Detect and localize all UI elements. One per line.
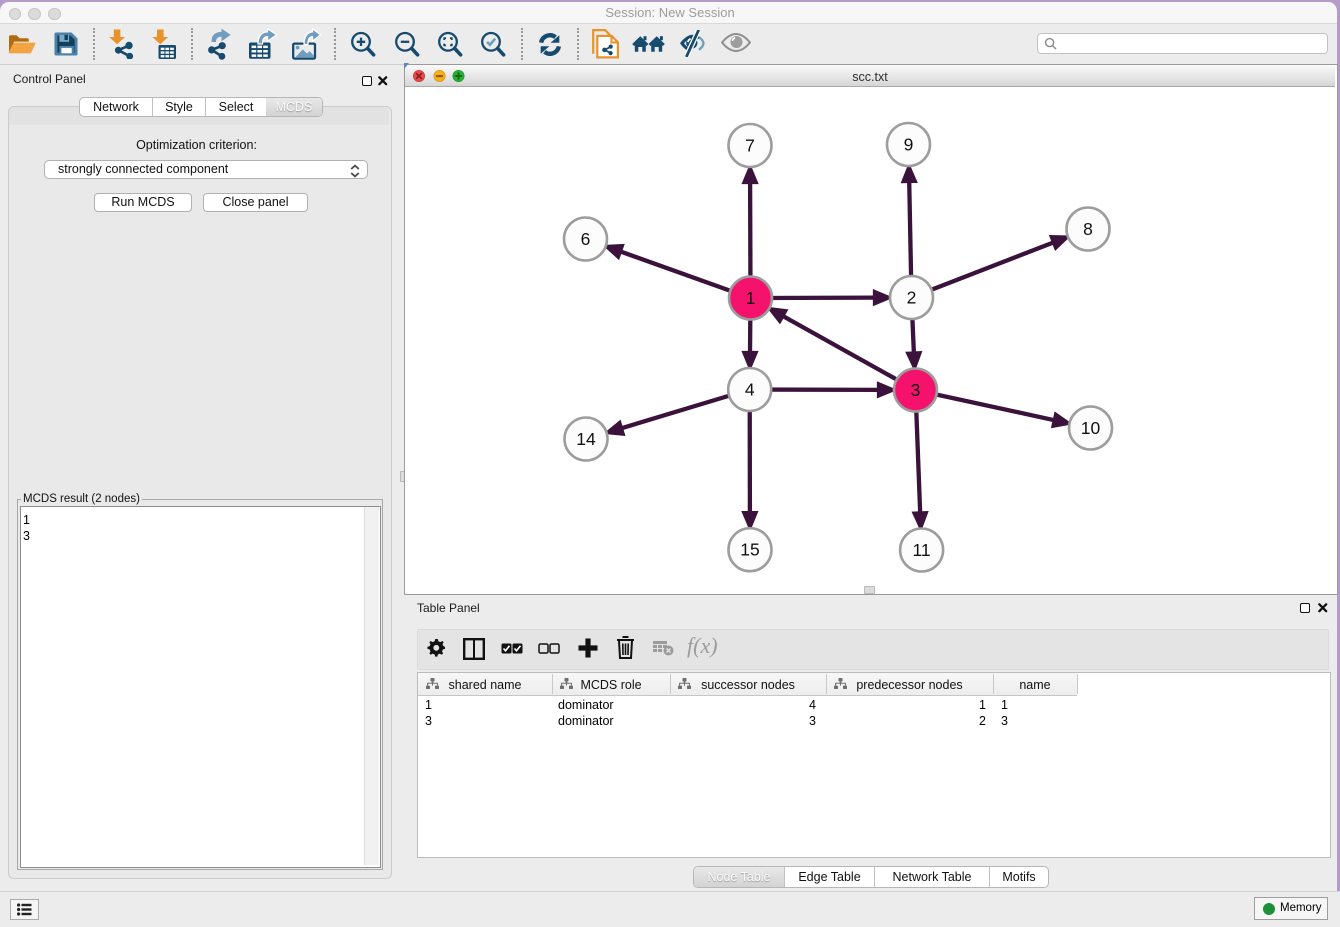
svg-text:4: 4 (745, 380, 755, 400)
svg-text:11: 11 (913, 540, 931, 560)
svg-text:2: 2 (907, 288, 917, 308)
svg-text:9: 9 (904, 135, 914, 155)
svg-text:14: 14 (576, 429, 596, 449)
svg-text:7: 7 (745, 136, 755, 156)
svg-text:10: 10 (1081, 418, 1101, 438)
svg-text:8: 8 (1083, 219, 1093, 239)
svg-text:15: 15 (740, 540, 759, 560)
svg-text:1: 1 (746, 288, 756, 308)
svg-text:6: 6 (581, 229, 591, 249)
svg-text:3: 3 (911, 380, 921, 400)
